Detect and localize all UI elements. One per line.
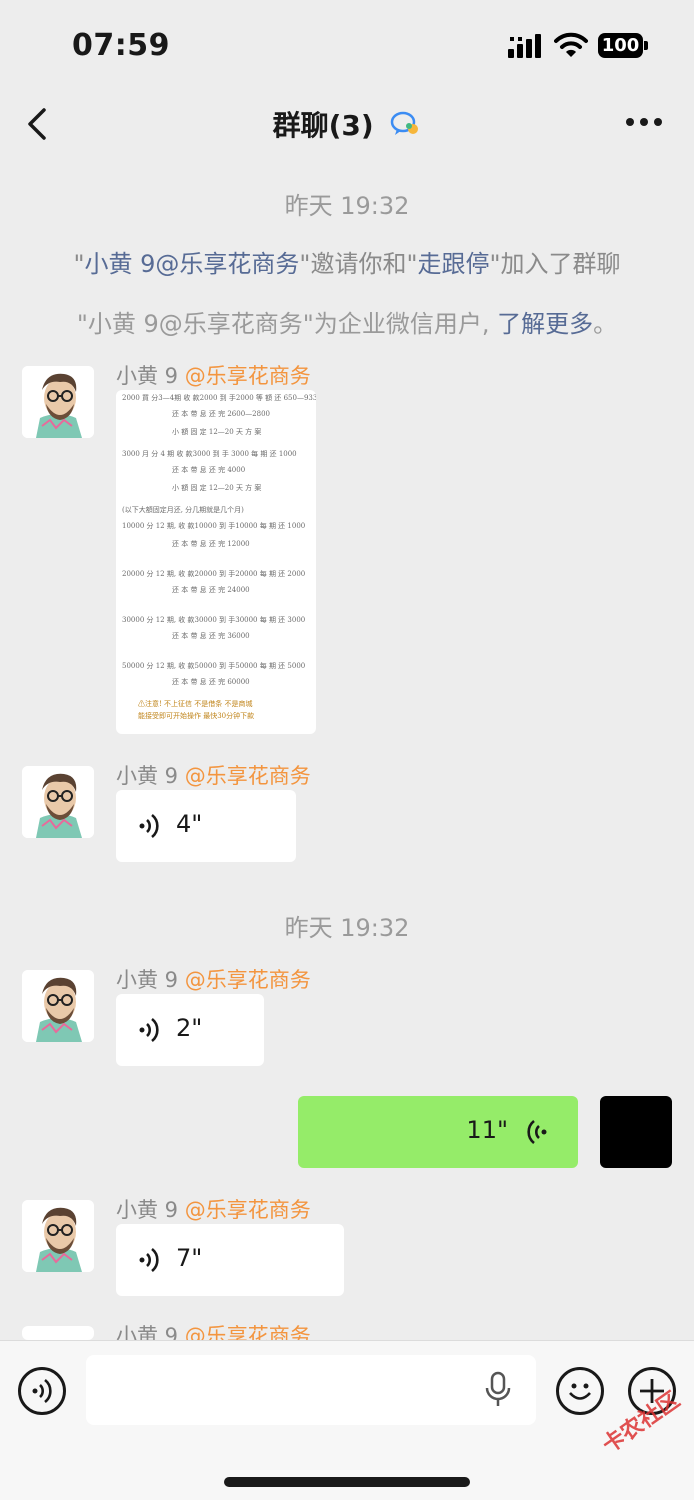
avatar-illustration bbox=[22, 970, 94, 1042]
voice-duration: 4" bbox=[176, 810, 203, 838]
voice-duration: 7" bbox=[176, 1244, 203, 1272]
battery-level: 100 bbox=[598, 33, 643, 58]
image-text-line: 还 本 带 息 还 完 2600—2800 bbox=[172, 410, 270, 418]
image-text-line: 还 本 带 息 还 完 36000 bbox=[172, 632, 250, 640]
enterprise-notice: "小黄 9@乐享花商务"为企业微信用户, 了解更多。 bbox=[76, 310, 618, 338]
image-text-line: 还 本 带 息 还 完 12000 bbox=[172, 540, 250, 548]
home-indicator bbox=[224, 1477, 470, 1487]
image-text-line: 小 額 固 定 12—20 天 方 案 bbox=[172, 428, 262, 436]
nav-bar: 群聊(3) bbox=[0, 90, 694, 160]
cellular-signal-icon bbox=[508, 34, 541, 58]
sender-name: 小黄 9 @乐享花商务 bbox=[116, 764, 311, 788]
battery-icon: 100 bbox=[598, 33, 648, 58]
status-time: 07:59 bbox=[72, 28, 170, 63]
image-text-line: 还 本 带 息 还 完 60000 bbox=[172, 678, 250, 686]
avatar[interactable] bbox=[22, 970, 94, 1042]
voice-message[interactable]: 7" bbox=[116, 1224, 344, 1296]
image-text-line: 还 本 带 息 还 完 24000 bbox=[172, 586, 250, 594]
more-icon[interactable] bbox=[624, 118, 664, 128]
group-chat-icon[interactable] bbox=[389, 110, 421, 138]
image-text-line: 30000 分 12 期, 收 款30000 到 手30000 每 期 还 30… bbox=[122, 616, 306, 624]
wifi-icon bbox=[554, 32, 588, 57]
image-text-line: 小 額 固 定 12—20 天 方 案 bbox=[172, 484, 262, 492]
sender-name: 小黄 9 @乐享花商务 bbox=[116, 364, 311, 388]
voice-wave-icon bbox=[139, 813, 159, 839]
avatar[interactable] bbox=[22, 1326, 94, 1340]
sender-name: 小黄 9 @乐享花商务 bbox=[116, 1198, 311, 1222]
image-message[interactable]: 2000 買 分3—4期 收 款2000 到 手2000 等 額 还 650—9… bbox=[116, 390, 316, 734]
invitee-link[interactable]: 走跟停 bbox=[417, 250, 489, 278]
avatar-illustration bbox=[22, 366, 94, 438]
timestamp: 昨天 19:32 bbox=[284, 914, 410, 942]
avatar-illustration bbox=[22, 766, 94, 838]
voice-wave-icon bbox=[139, 1247, 159, 1273]
chat-title: 群聊(3) bbox=[272, 109, 374, 142]
avatar[interactable] bbox=[22, 366, 94, 438]
avatar[interactable] bbox=[22, 766, 94, 838]
learn-more-link[interactable]: 了解更多 bbox=[497, 310, 593, 338]
image-text-line: 10000 分 12 期, 收 款10000 到 手10000 每 期 还 10… bbox=[122, 522, 306, 530]
voice-duration: 11" bbox=[466, 1116, 508, 1144]
voice-wave-icon bbox=[527, 1119, 547, 1145]
voice-message-self[interactable]: 11" bbox=[298, 1096, 578, 1168]
image-text-line: 能接受即可开始操作 最快30分钟下款 bbox=[138, 712, 255, 720]
message-input[interactable] bbox=[86, 1355, 536, 1425]
image-text-line: ⚠注意! 不上征信 不是借条 不是商城 bbox=[138, 700, 253, 708]
input-bar: 卡农社区 bbox=[0, 1340, 694, 1500]
invite-notice: "小黄 9@乐享花商务"邀请你和"走跟停"加入了群聊 bbox=[73, 250, 621, 278]
inviter-link[interactable]: 小黄 9@乐享花商务 bbox=[85, 250, 300, 278]
image-text-line: 2000 買 分3—4期 收 款2000 到 手2000 等 額 还 650—9… bbox=[122, 394, 316, 402]
avatar[interactable] bbox=[22, 1200, 94, 1272]
emoji-icon[interactable] bbox=[556, 1367, 604, 1415]
image-text-line: 20000 分 12 期, 收 款20000 到 手20000 每 期 还 20… bbox=[122, 570, 306, 578]
voice-input-icon[interactable] bbox=[18, 1367, 66, 1415]
status-bar: 07:59 100 bbox=[0, 0, 694, 90]
voice-message[interactable]: 2" bbox=[116, 994, 264, 1066]
self-avatar[interactable] bbox=[600, 1096, 672, 1168]
voice-wave-icon bbox=[139, 1017, 159, 1043]
image-text-line: 50000 分 12 期, 收 款50000 到 手50000 每 期 还 50… bbox=[122, 662, 306, 670]
avatar-illustration bbox=[22, 1200, 94, 1272]
voice-message[interactable]: 4" bbox=[116, 790, 296, 862]
image-text-line: 还 本 带 息 还 完 4000 bbox=[172, 466, 246, 474]
microphone-icon[interactable] bbox=[484, 1371, 512, 1409]
sender-name: 小黄 9 @乐享花商务 bbox=[116, 968, 311, 992]
image-text-line: (以下大額固定月还, 分几期就是几个月) bbox=[122, 506, 244, 514]
image-text-line: 3000 月 分 4 期 收 款3000 到 手 3000 每 期 还 1000 bbox=[122, 450, 297, 458]
timestamp: 昨天 19:32 bbox=[284, 192, 410, 220]
page-title: 群聊(3) bbox=[0, 104, 694, 144]
voice-duration: 2" bbox=[176, 1014, 203, 1042]
